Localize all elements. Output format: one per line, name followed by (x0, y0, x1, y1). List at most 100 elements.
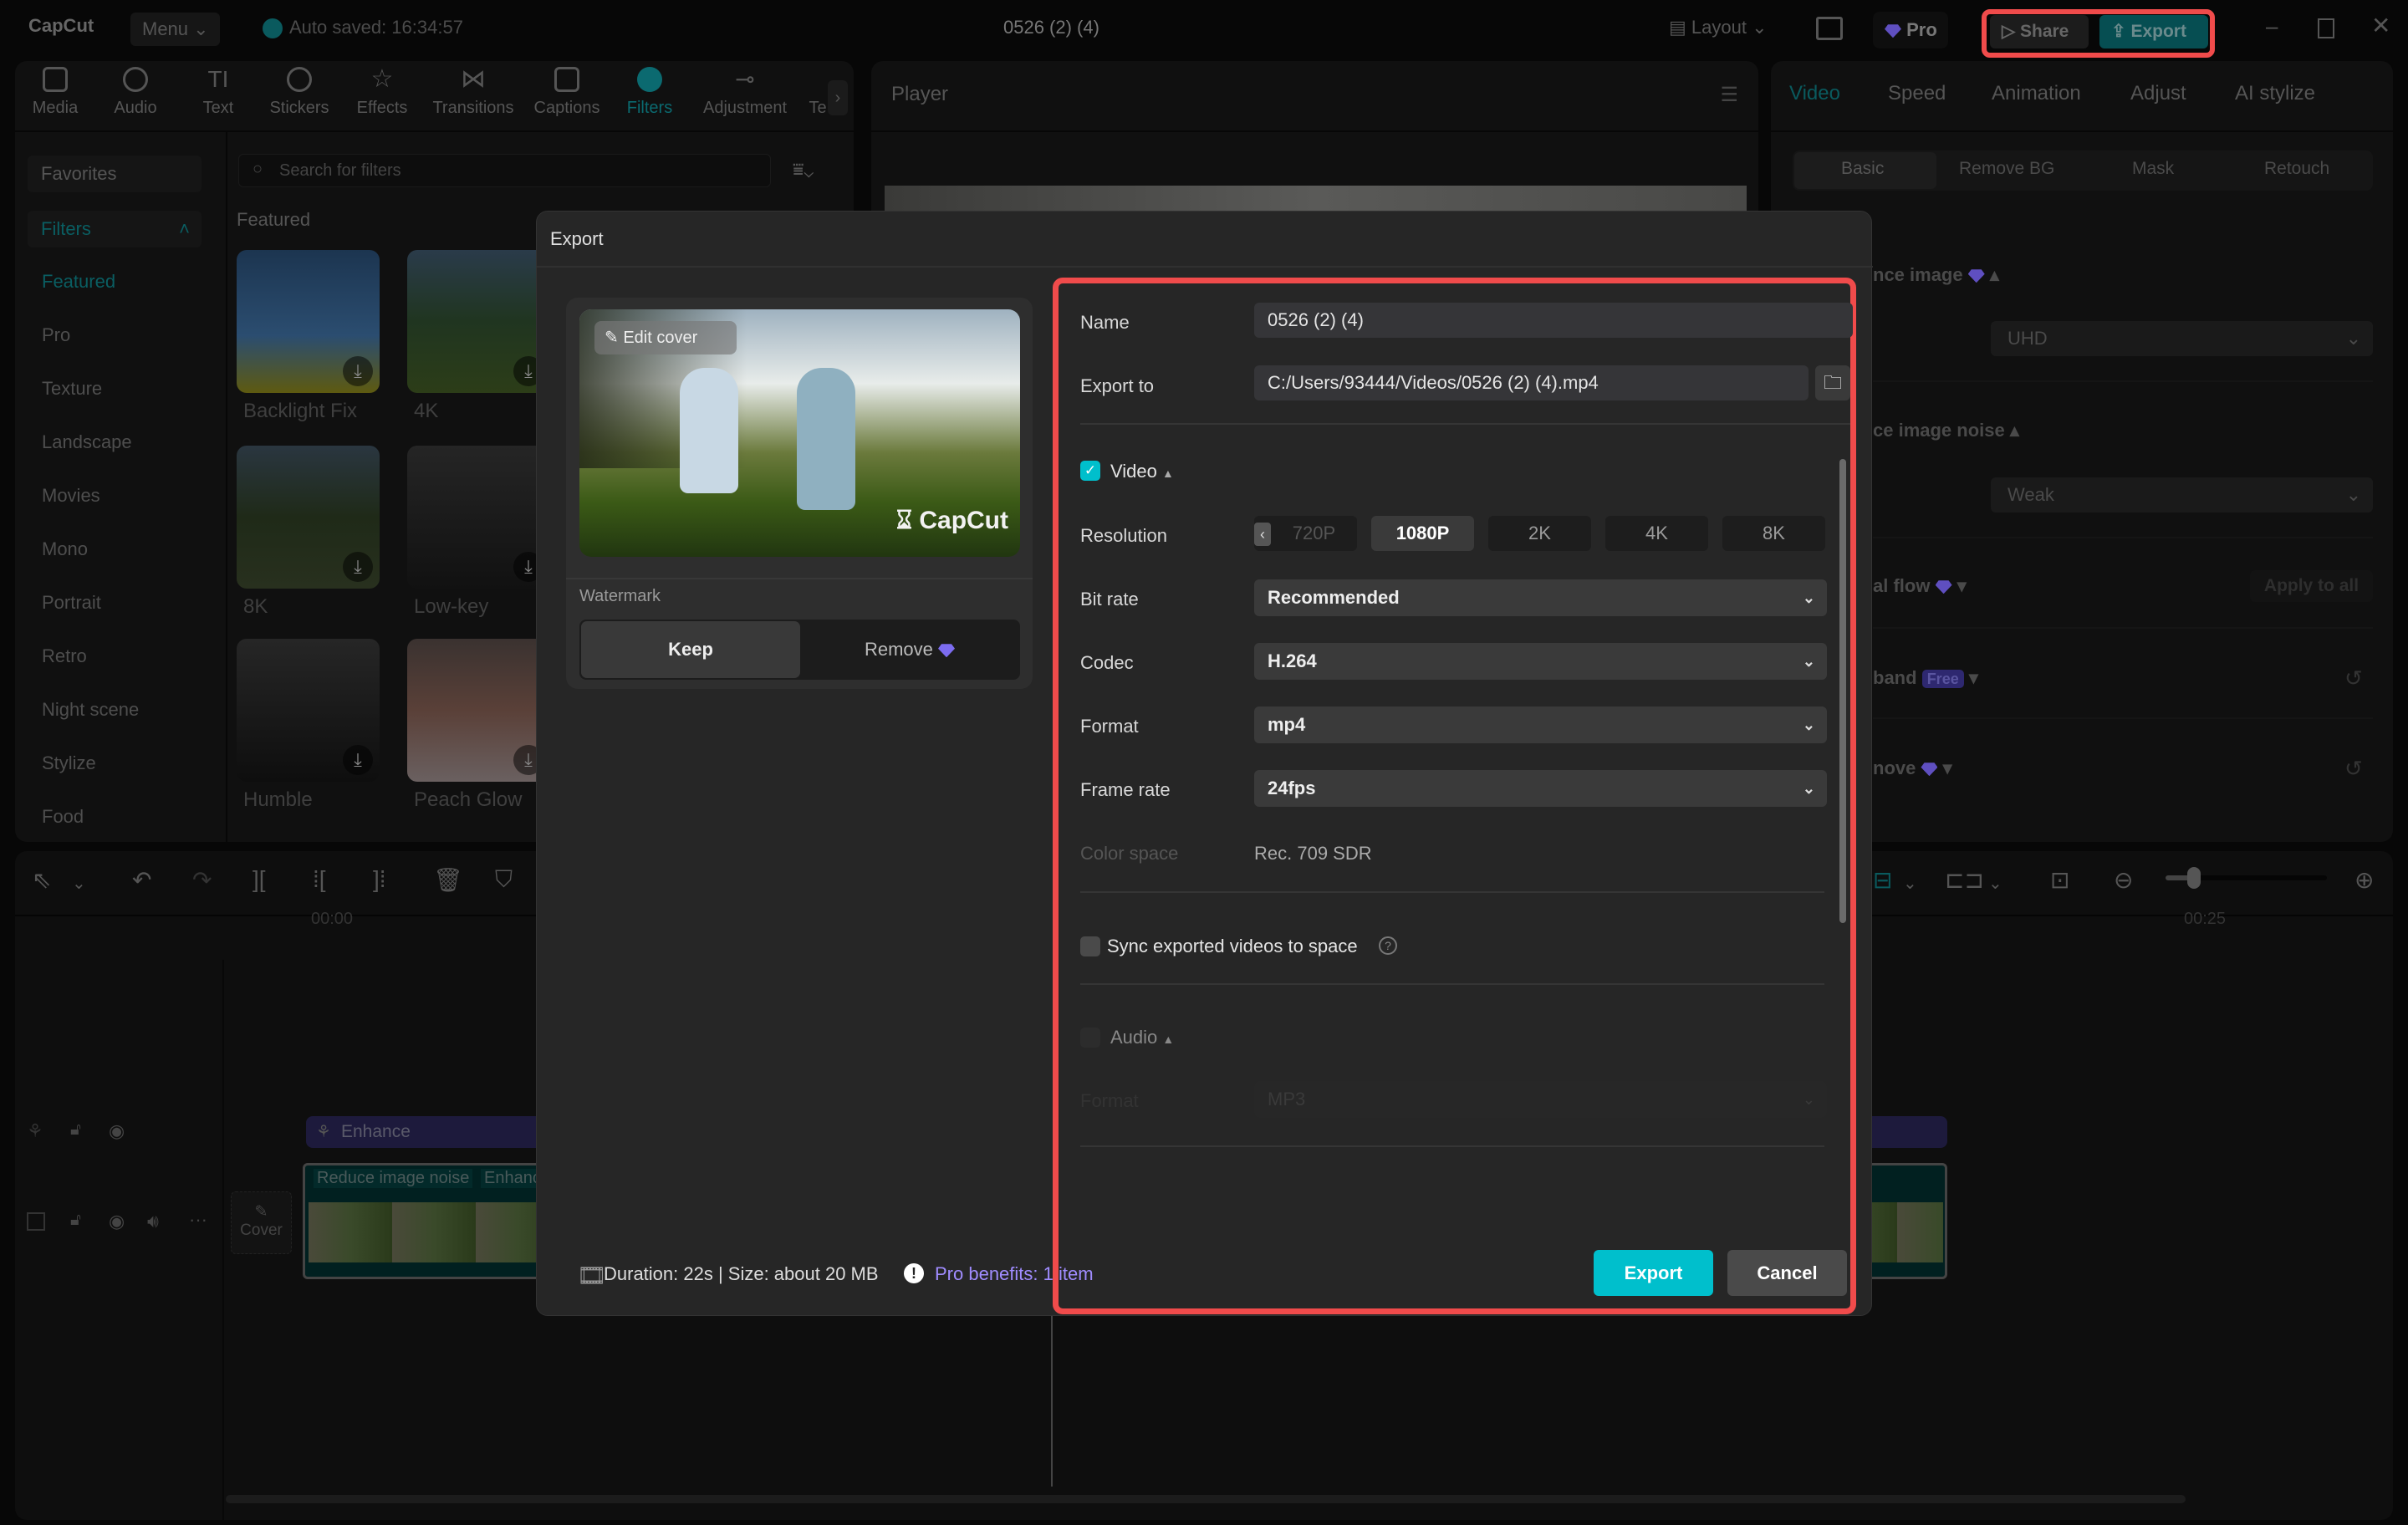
cover-preview-image[interactable]: ✎ Edit cover ⌛︎ CapCut (579, 309, 1020, 557)
download-icon[interactable]: ⤓ (343, 552, 373, 582)
resolution-option-2k[interactable]: 2K (1488, 516, 1591, 551)
timeline-scrollbar[interactable] (226, 1495, 2186, 1503)
sidebar-category[interactable]: Night scene (42, 699, 139, 721)
enhance-quality-dropdown[interactable]: UHD ⌄ (1991, 321, 2373, 356)
subtab-mask[interactable]: Mask (2132, 159, 2174, 179)
filter-thumb-backlight-fix[interactable]: ⤓ (237, 250, 380, 393)
tab-text-template[interactable]: Te (805, 67, 830, 118)
chevron-down-icon[interactable]: ⌄ (72, 873, 86, 894)
sidebar-category[interactable]: Texture (42, 378, 102, 400)
export-button[interactable]: ⇪ Export (2099, 15, 2208, 48)
reset-icon[interactable]: ↺ (2344, 756, 2363, 782)
video-checkbox[interactable]: ✓ (1080, 461, 1100, 481)
apply-to-all-button[interactable]: Apply to all (2250, 570, 2373, 602)
more-icon[interactable]: ··· (189, 1209, 207, 1231)
tab-text[interactable]: TI Text (176, 67, 260, 118)
link-toggle-icon[interactable]: ⊟ (1873, 866, 1892, 894)
resolution-option-8k[interactable]: 8K (1722, 516, 1825, 551)
sidebar-category[interactable]: Stylize (42, 752, 96, 774)
sidebar-category[interactable]: Retro (42, 645, 87, 667)
bitrate-dropdown[interactable]: Recommended ⌄ (1254, 579, 1827, 616)
keep-watermark-button[interactable]: Keep (581, 621, 800, 678)
settings-scrollbar[interactable] (1839, 459, 1846, 923)
toolbar-scroll-right[interactable]: › (828, 80, 848, 115)
sidebar-category[interactable]: Featured (42, 271, 115, 293)
sidebar-category[interactable]: Portrait (42, 592, 101, 614)
codec-dropdown[interactable]: H.264 ⌄ (1254, 643, 1827, 680)
snap-icon[interactable]: ⊏⊐ (1945, 866, 1984, 894)
trim-right-icon[interactable]: ]⁞ (373, 866, 386, 893)
tab-speed[interactable]: Speed (1888, 82, 1946, 105)
folder-browse-button[interactable]: 🗀 (1815, 365, 1850, 400)
resolution-scroll-left[interactable]: ‹ (1254, 523, 1271, 546)
subtab-basic[interactable]: Basic (1841, 159, 1884, 179)
name-input[interactable]: 0526 (2) (4) (1254, 303, 1853, 338)
zoom-out-icon[interactable]: ⊖ (2114, 866, 2133, 894)
filter-search-input[interactable]: ○ Search for filters (238, 154, 771, 187)
cover-button[interactable]: ✎ Cover (231, 1191, 292, 1254)
playhead[interactable] (1051, 1316, 1053, 1487)
remove-watermark-button[interactable]: Remove (800, 621, 1019, 678)
tab-filters[interactable]: Filters (608, 67, 691, 118)
tab-adjust[interactable]: Adjust (2130, 82, 2186, 105)
noise-level-dropdown[interactable]: Weak ⌄ (1991, 477, 2373, 513)
filter-thumb-4k[interactable]: ⤓ (407, 250, 550, 393)
filter-thumb-humble[interactable]: ⤓ (237, 639, 380, 782)
color-band-section[interactable]: band Free ▾ (1873, 667, 1978, 689)
tab-ai-stylize[interactable]: AI stylize (2235, 82, 2315, 105)
sidebar-category[interactable]: Movies (42, 485, 100, 507)
cancel-button[interactable]: Cancel (1727, 1250, 1847, 1296)
download-icon[interactable]: ⤓ (343, 745, 373, 775)
audio-section-toggle[interactable]: Audio ▲ (1110, 1027, 1174, 1048)
zoom-slider[interactable] (2166, 867, 2327, 889)
audio-checkbox[interactable] (1080, 1028, 1100, 1048)
subtab-remove-bg[interactable]: Remove BG (1959, 159, 2054, 179)
subtab-retouch[interactable]: Retouch (2264, 159, 2329, 179)
reduce-noise-section[interactable]: ce image noise ▴ (1873, 420, 2019, 441)
resolution-option-4k[interactable]: 4K (1605, 516, 1708, 551)
sync-checkbox[interactable] (1080, 936, 1100, 956)
export-path-input[interactable]: C:/Users/93444/Videos/0526 (2) (4).mp4 (1254, 365, 1809, 400)
filter-thumb-peach-glow[interactable]: ⤓ (407, 639, 550, 782)
download-icon[interactable]: ⤓ (343, 356, 373, 386)
shortcut-icon[interactable] (1816, 17, 1843, 40)
marker-icon[interactable]: ⛉ (495, 866, 513, 894)
tab-adjustment[interactable]: ⊸ Adjustment (703, 67, 787, 118)
menu-button[interactable]: Menu ⌄ (130, 13, 220, 46)
info-icon[interactable]: ! (904, 1263, 924, 1283)
eye-icon[interactable]: ◉ (109, 1211, 125, 1232)
close-button[interactable]: ✕ (2371, 12, 2390, 39)
edit-cover-button[interactable]: ✎ Edit cover (594, 321, 737, 354)
player-menu-icon[interactable]: ☰ (1720, 83, 1738, 107)
tab-captions[interactable]: Captions (525, 67, 609, 118)
tab-transitions[interactable]: ⋈ Transitions (431, 67, 515, 118)
sidebar-category[interactable]: Mono (42, 538, 88, 560)
lock-icon[interactable]: 🔓︎ (70, 1120, 81, 1140)
video-section-toggle[interactable]: Video ▲ (1110, 461, 1174, 482)
zoom-slider-thumb[interactable] (2187, 867, 2201, 889)
enhance-image-section[interactable]: nce image ▴ (1873, 264, 1999, 286)
sidebar-category[interactable]: Pro (42, 324, 70, 346)
sidebar-category[interactable]: Food (42, 806, 84, 828)
sidebar-favorites[interactable]: Favorites (28, 156, 202, 192)
tab-animation[interactable]: Animation (1992, 82, 2081, 105)
chevron-down-icon[interactable]: ⌄ (1988, 873, 2002, 894)
filter-thumb-low-key[interactable]: ⤓ (407, 446, 550, 589)
delete-icon[interactable]: 🗑 (433, 866, 463, 894)
undo-icon[interactable]: ↶ (132, 866, 151, 894)
export-confirm-button[interactable]: Export (1594, 1250, 1713, 1296)
tab-audio[interactable]: Audio (94, 67, 177, 118)
layout-button[interactable]: ▤ Layout ⌄ (1669, 17, 1768, 38)
zoom-in-icon[interactable]: ⊕ (2354, 866, 2374, 894)
sidebar-filters[interactable]: Filters ˄ (28, 211, 202, 247)
flicker-remove-section[interactable]: nove ▾ (1873, 757, 1952, 779)
tab-effects[interactable]: ☆ Effects (340, 67, 424, 118)
tab-video[interactable]: Video (1789, 82, 1840, 105)
redo-icon[interactable]: ↷ (192, 866, 212, 894)
format-dropdown[interactable]: mp4 ⌄ (1254, 706, 1827, 743)
audio-format-dropdown[interactable]: MP3 ⌄ (1254, 1081, 1827, 1118)
optical-flow-section[interactable]: al flow ▾ (1873, 575, 1967, 597)
split-icon[interactable]: ][ (253, 866, 266, 893)
volume-icon[interactable]: 🔊︎ (147, 1211, 159, 1232)
tab-media[interactable]: Media (13, 67, 97, 118)
